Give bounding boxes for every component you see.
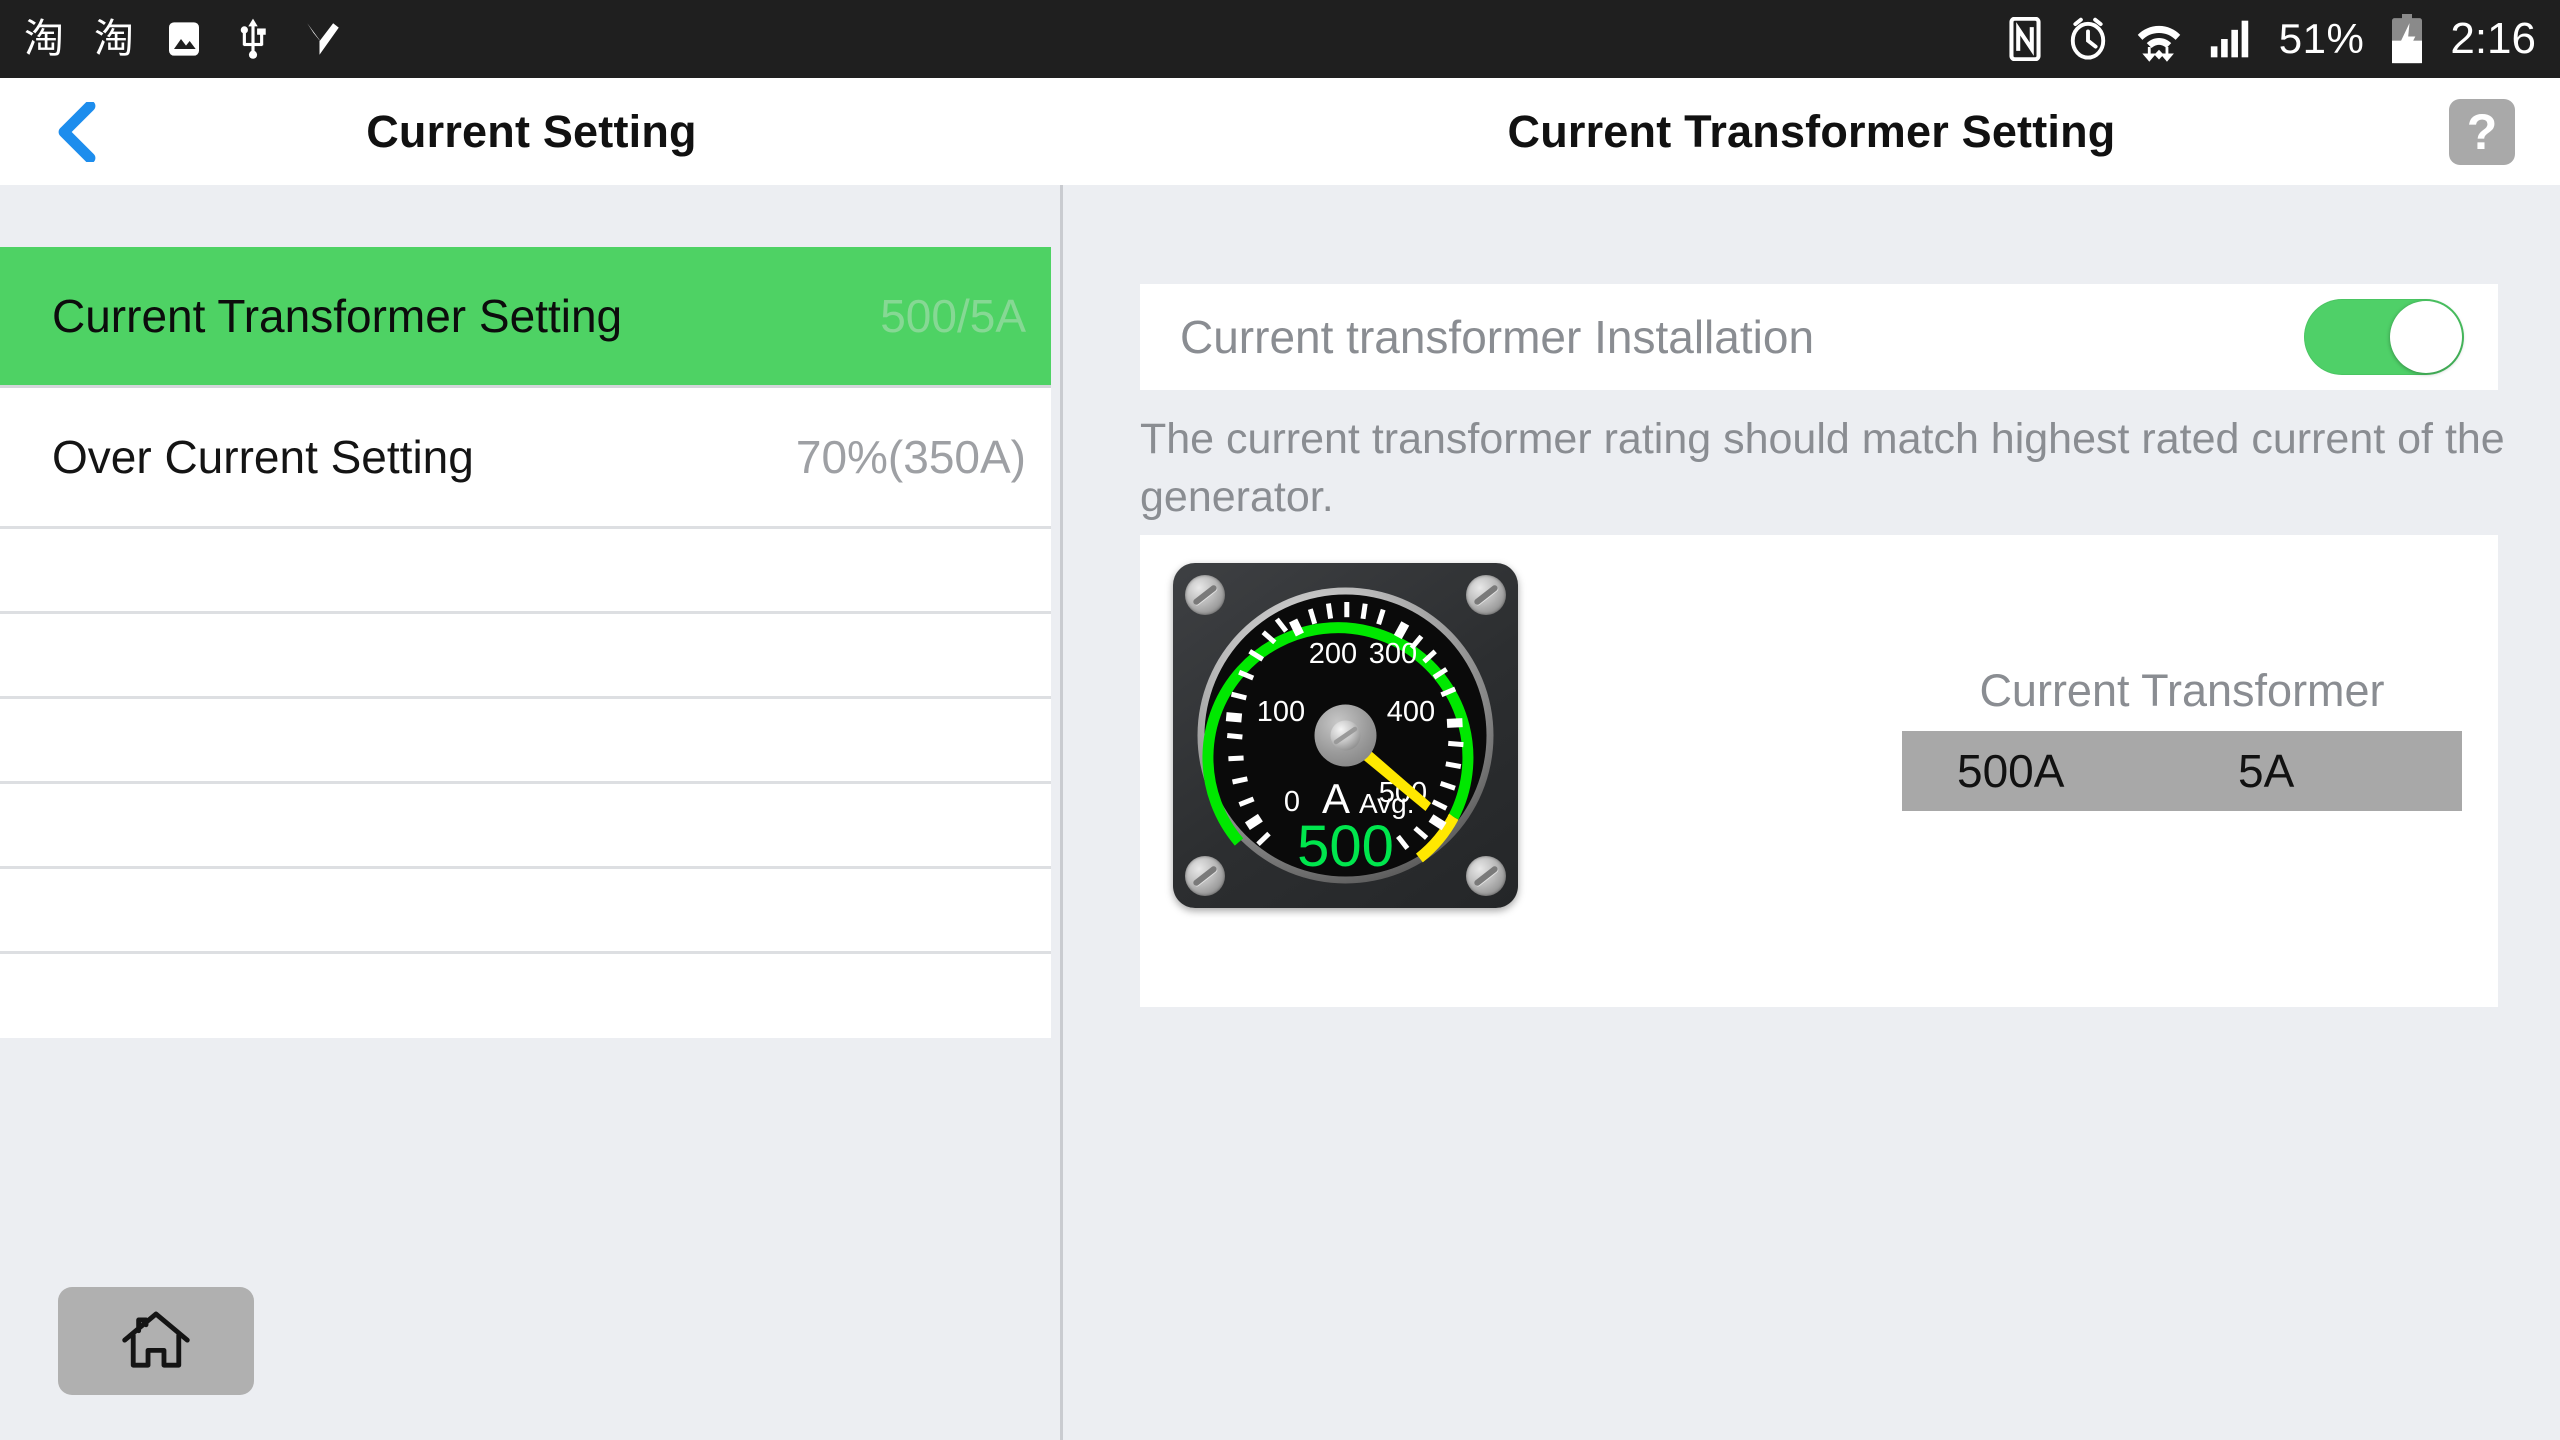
list-tail	[0, 954, 1051, 1038]
app-bar: Current Setting Current Transformer Sett…	[0, 78, 2560, 185]
list-item	[0, 869, 1051, 954]
battery-charging-icon	[2390, 14, 2424, 64]
current-transformer-title: Current Transformer	[1979, 665, 2385, 716]
settings-list: Current Transformer Setting 500/5A Over …	[0, 247, 1051, 1038]
home-button[interactable]	[58, 1287, 254, 1395]
svg-text:100: 100	[1257, 696, 1305, 728]
android-status-bar: 淘 淘 51% 2:16	[0, 0, 2560, 78]
page-title-left: Current Setting	[366, 105, 697, 157]
list-item	[0, 614, 1051, 699]
detail-panel: Current transformer Installation The cur…	[1066, 185, 2560, 1440]
status-bar-clock: 2:16	[2450, 14, 2536, 63]
current-gauge: 0 100 200 300 400 500 A Avg. 500	[1173, 563, 1518, 908]
toggle-label: Current transformer Installation	[1180, 311, 1815, 363]
ct-primary-value: 500A	[1957, 745, 2065, 797]
sidebar-item-current-transformer-setting[interactable]: Current Transformer Setting 500/5A	[0, 247, 1051, 388]
gauge-digital-readout: 500	[1297, 814, 1394, 879]
list-item	[0, 699, 1051, 784]
current-transformer-readout: Current Transformer 500A 5A	[1902, 665, 2462, 811]
svg-text:200: 200	[1309, 638, 1357, 670]
alarm-clock-icon	[2067, 17, 2109, 61]
current-transformer-value-bar[interactable]: 500A 5A	[1902, 731, 2462, 811]
sidebar-item-value: 70%(350A)	[795, 431, 1026, 483]
app-root: 淘 淘 51% 2:16 Current Setting Current Tra…	[0, 0, 2560, 1440]
page-title-right: Current Transformer Setting	[1507, 105, 2116, 157]
current-transformer-installation-row: Current transformer Installation	[1140, 284, 2498, 390]
sidebar-item-value: 500/5A	[880, 290, 1026, 342]
home-icon	[122, 1311, 190, 1368]
meter-card: 0 100 200 300 400 500 A Avg. 500 Current…	[1140, 535, 2498, 1007]
list-item	[0, 529, 1051, 614]
toggle-knob	[2390, 301, 2462, 373]
app-bar-left: Current Setting	[0, 78, 1063, 185]
help-button[interactable]: ?	[2449, 98, 2515, 165]
list-item	[0, 784, 1051, 869]
settings-sidebar: Current Transformer Setting 500/5A Over …	[0, 185, 1063, 1440]
taobao-app-icon-2: 淘	[94, 16, 134, 62]
ct-secondary-value: 5A	[2238, 745, 2295, 797]
sidebar-item-label: Current Transformer Setting	[52, 290, 623, 342]
usb-icon	[234, 17, 272, 61]
current-transformer-installation-toggle[interactable]	[2304, 299, 2464, 375]
taobao-app-icon: 淘	[24, 16, 64, 62]
gauge-face: 0 100 200 300 400 500 A Avg. 500	[1197, 587, 1494, 884]
hint-text: The current transformer rating should ma…	[1140, 415, 2505, 522]
status-bar-right-icons: 51% 2:16	[2009, 14, 2536, 64]
battery-percent-label: 51%	[2278, 15, 2365, 62]
checkmark-app-icon	[302, 18, 344, 60]
wifi-icon	[2135, 16, 2183, 62]
sidebar-item-label: Over Current Setting	[52, 431, 474, 483]
app-bar-right: Current Transformer Setting ?	[1063, 78, 2560, 185]
sidebar-top-spacer	[0, 185, 1060, 247]
svg-text:300: 300	[1369, 638, 1417, 670]
gallery-image-icon	[164, 19, 204, 59]
status-bar-left-icons: 淘 淘	[24, 17, 344, 61]
sidebar-item-over-current-setting[interactable]: Over Current Setting 70%(350A)	[0, 388, 1051, 529]
cellular-signal-icon	[2209, 18, 2253, 60]
nfc-icon	[2009, 17, 2041, 61]
svg-text:400: 400	[1387, 696, 1435, 728]
